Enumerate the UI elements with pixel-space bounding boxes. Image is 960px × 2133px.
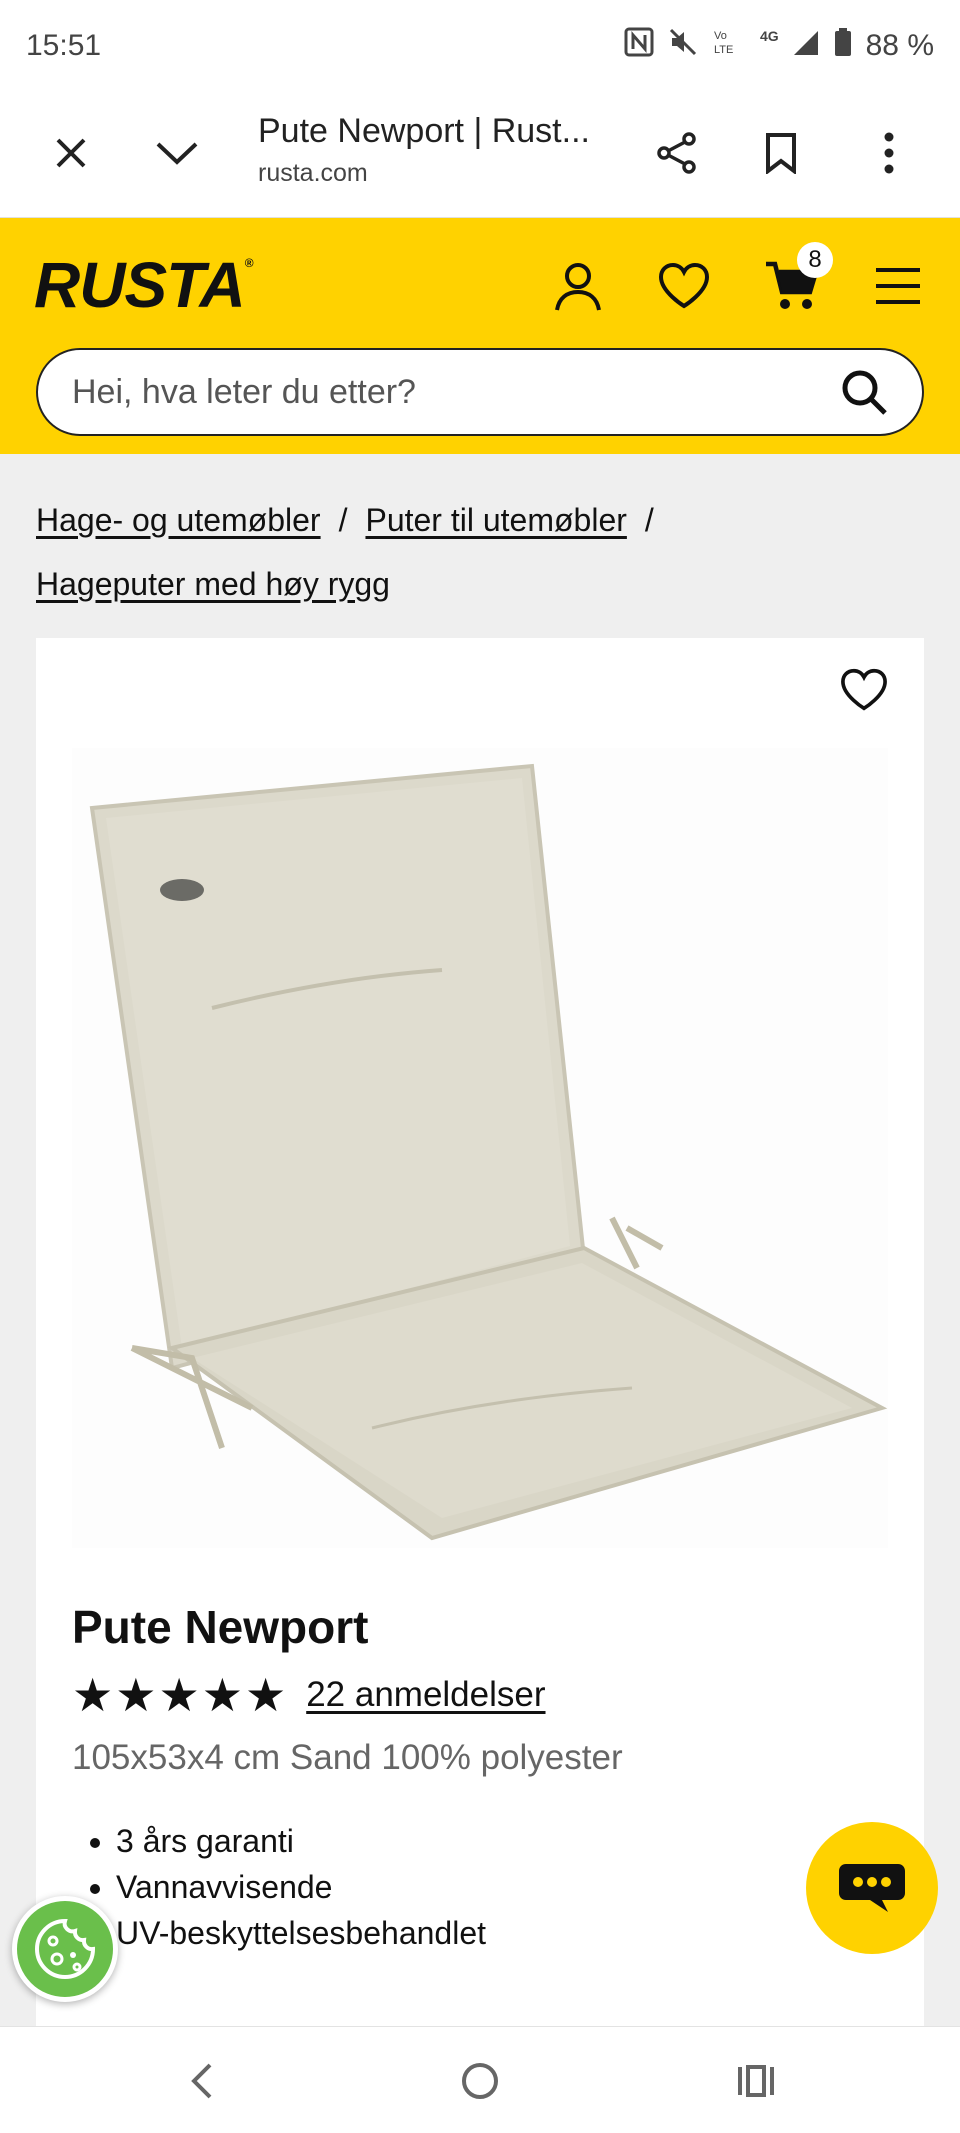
- rusta-logo[interactable]: RUSTA®: [34, 248, 254, 322]
- close-icon: [56, 138, 86, 168]
- hamburger-icon: [876, 268, 920, 304]
- add-to-wishlist-button[interactable]: [832, 658, 896, 722]
- share-icon: [657, 132, 696, 174]
- chat-bubble-icon: [839, 1864, 905, 1912]
- registered-mark: ®: [244, 256, 254, 270]
- close-tab-button[interactable]: [36, 118, 106, 188]
- breadcrumb-separator: /: [644, 502, 654, 538]
- wishlist-button[interactable]: [652, 254, 716, 318]
- svg-text:LTE: LTE: [714, 44, 733, 56]
- volte-icon: Vo LTE: [712, 27, 746, 65]
- nav-back-button[interactable]: [172, 2053, 232, 2109]
- search-icon[interactable]: [840, 368, 888, 416]
- cookie-settings-button[interactable]: [12, 1896, 118, 2002]
- rating-stars: ★★★★★: [72, 1669, 289, 1721]
- page-url: rusta.com: [258, 159, 368, 187]
- system-nav-bar: [0, 2026, 960, 2133]
- search-bar[interactable]: Hei, hva leter du etter?: [36, 348, 924, 436]
- browser-toolbar: Pute Newport | Rust... rusta.com: [0, 92, 960, 218]
- share-button[interactable]: [642, 118, 712, 188]
- product-image[interactable]: [72, 748, 888, 1548]
- mute-icon: [668, 27, 698, 65]
- battery-level: 88 %: [865, 29, 934, 62]
- site-header: RUSTA® 8 Hei, hva leter du etter?: [0, 218, 960, 454]
- cart-count-badge: 8: [797, 242, 833, 278]
- bookmark-button[interactable]: [746, 118, 816, 188]
- feature-item: Vannavvisende: [116, 1864, 486, 1910]
- more-vert-icon: [884, 132, 894, 174]
- signal-4g-icon: 4G: [760, 27, 820, 65]
- breadcrumb-link-hage-og-utemobler[interactable]: Hage- og utemøbler: [36, 502, 321, 538]
- status-time: 15:51: [26, 29, 102, 62]
- more-options-button[interactable]: [854, 118, 924, 188]
- user-icon: [555, 263, 601, 311]
- cookie-icon: [35, 1918, 96, 1979]
- feature-item: UV-beskyttelsesbehandlet: [116, 1910, 486, 1956]
- account-button[interactable]: [546, 254, 610, 318]
- heart-icon: [841, 668, 887, 711]
- feature-list: 3 års garanti Vannavvisende UV-beskyttel…: [116, 1818, 486, 1956]
- back-icon: [191, 2063, 212, 2099]
- product-card: Pute Newport ★★★★★ 22 anmeldelser 105x53…: [36, 638, 924, 2133]
- chevron-down-icon: [156, 142, 198, 165]
- menu-button[interactable]: [866, 254, 930, 318]
- nav-home-button[interactable]: [450, 2053, 510, 2109]
- recents-icon: [738, 2065, 774, 2097]
- product-title: Pute Newport: [72, 1601, 369, 1653]
- breadcrumb-separator: /: [338, 502, 348, 538]
- svg-text:4G: 4G: [760, 28, 779, 44]
- page-title: Pute Newport | Rust...: [258, 112, 590, 150]
- breadcrumb-link-hageputer-med-hoy-rygg[interactable]: Hageputer med høy rygg: [36, 566, 390, 602]
- battery-icon: [834, 27, 852, 65]
- search-input[interactable]: Hei, hva leter du etter?: [72, 373, 840, 412]
- nfc-icon: [624, 27, 654, 65]
- reviews-link[interactable]: 22 anmeldelser: [306, 1675, 545, 1715]
- breadcrumb-link-puter-til-utemobler[interactable]: Puter til utemøbler: [365, 502, 626, 538]
- bookmark-icon: [766, 133, 796, 174]
- product-rating: ★★★★★ 22 anmeldelser: [72, 1668, 546, 1722]
- status-bar: 15:51 Vo LTE 4G 88 %: [0, 0, 960, 92]
- logo-text: RUSTA: [34, 249, 246, 321]
- svg-text:Vo: Vo: [714, 30, 727, 42]
- breadcrumb: Hage- og utemøbler / Puter til utemøbler / H…: [36, 488, 926, 616]
- page-title-block[interactable]: Pute Newport | Rust... rusta.com: [258, 112, 598, 188]
- home-icon: [462, 2063, 498, 2099]
- nav-recents-button[interactable]: [726, 2053, 786, 2109]
- heart-icon: [658, 262, 710, 309]
- feature-item: 3 års garanti: [116, 1818, 486, 1864]
- chat-button[interactable]: [806, 1822, 938, 1954]
- product-description: 105x53x4 cm Sand 100% polyester: [72, 1738, 623, 1777]
- collapse-button[interactable]: [142, 118, 212, 188]
